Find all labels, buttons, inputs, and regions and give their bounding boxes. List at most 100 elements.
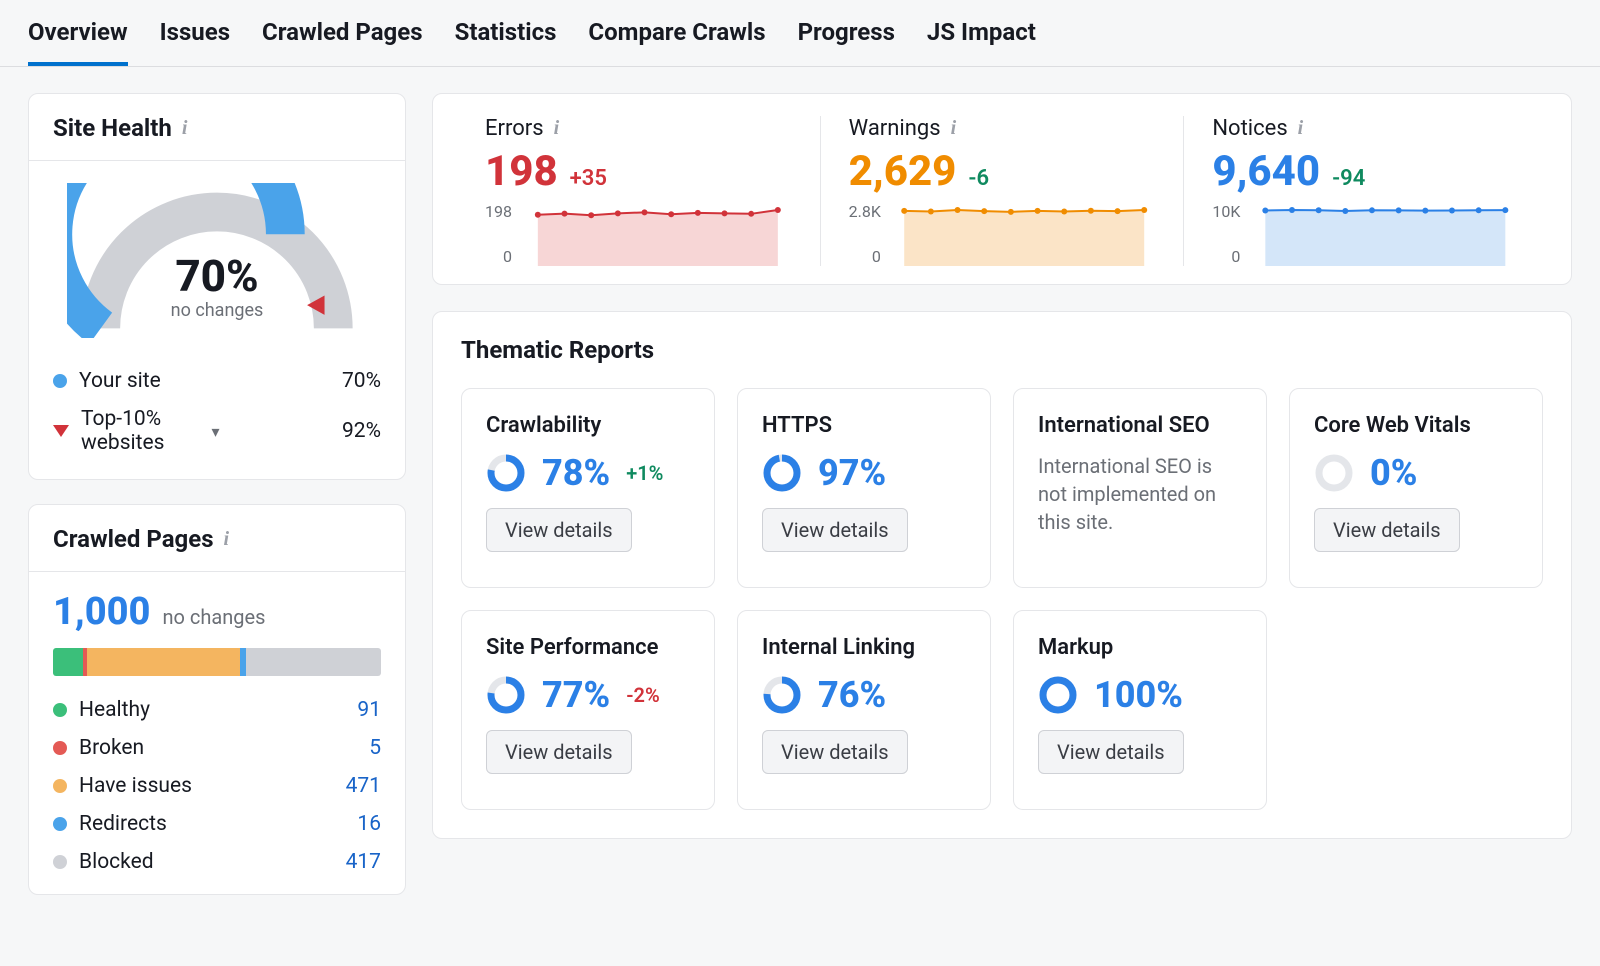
donut-icon <box>762 453 802 493</box>
tab-statistics[interactable]: Statistics <box>455 10 557 66</box>
thematic-card-percent: 78% <box>542 452 610 494</box>
stat-value: 2,629 <box>849 147 957 196</box>
thematic-card: Site Performance 77% -2% View details <box>461 610 715 810</box>
info-icon[interactable]: i <box>224 528 230 551</box>
thematic-card-title: HTTPS <box>762 413 966 438</box>
tab-overview[interactable]: Overview <box>28 10 128 66</box>
tab-compare-crawls[interactable]: Compare Crawls <box>588 10 765 66</box>
thematic-card-percent: 0% <box>1370 452 1417 494</box>
bar-segment <box>53 648 83 676</box>
thematic-card: Crawlability78%+1%View details <box>461 388 715 588</box>
crawled-pages-title: Crawled Pages <box>53 525 214 553</box>
bar-segment <box>87 648 240 676</box>
thematic-card-title: Core Web Vitals <box>1314 413 1518 438</box>
donut-icon <box>486 675 526 715</box>
site-health-card: Site Health i 70% no changes Your site70… <box>28 93 406 480</box>
thematic-card-delta: -2% <box>626 683 660 707</box>
tab-progress[interactable]: Progress <box>798 10 895 66</box>
thematic-card-percent: 97% <box>818 452 886 494</box>
thematic-title: Thematic Reports <box>433 312 1571 374</box>
dot-icon <box>53 817 67 831</box>
thematic-card-delta: +1% <box>626 461 663 485</box>
thematic-card-title: Site Performance <box>486 635 690 660</box>
crawled-pages-row[interactable]: Broken5 <box>53 736 381 760</box>
row-label: Top-10% websites <box>81 407 203 455</box>
thematic-card-title: International SEO <box>1038 413 1242 438</box>
row-value: 5 <box>369 736 381 760</box>
bar-segment <box>246 648 381 676</box>
site-health-row: Your site70% <box>53 369 381 393</box>
dot-icon <box>53 374 67 388</box>
crawled-pages-row[interactable]: Healthy91 <box>53 698 381 722</box>
dot-icon <box>53 779 67 793</box>
row-label: Blocked <box>79 850 346 874</box>
stat-delta: -94 <box>1332 166 1365 191</box>
thematic-card-percent: 77% <box>542 674 610 716</box>
crawled-pages-card: Crawled Pages i 1,000 no changes Healthy… <box>28 504 406 895</box>
stat-delta: +35 <box>570 166 607 191</box>
thematic-card: Markup 100% View details <box>1013 610 1267 810</box>
crawled-pages-total: 1,000 <box>53 590 150 634</box>
thematic-card-message: International SEO is not implemented on … <box>1038 452 1242 536</box>
donut-icon <box>762 675 802 715</box>
row-label: Your site <box>79 369 211 393</box>
row-value: 471 <box>346 774 381 798</box>
info-icon[interactable]: i <box>1298 117 1304 140</box>
info-icon[interactable]: i <box>951 117 957 140</box>
stat-title: Notices <box>1212 116 1287 141</box>
row-value: 91 <box>357 698 381 722</box>
dot-icon <box>53 855 67 869</box>
crawled-pages-row[interactable]: Redirects16 <box>53 812 381 836</box>
tabs: Overview Issues Crawled Pages Statistics Com… <box>0 0 1600 67</box>
thematic-card-percent: 76% <box>818 674 886 716</box>
view-details-button[interactable]: View details <box>1314 508 1460 552</box>
info-icon[interactable]: i <box>182 117 188 140</box>
thematic-card: International SEO International SEO is no… <box>1013 388 1267 588</box>
crawled-pages-row[interactable]: Blocked417 <box>53 850 381 874</box>
thematic-reports-card: Thematic Reports Crawlability78%+1%View … <box>432 311 1572 839</box>
site-health-percent: 70% <box>175 250 258 302</box>
tab-js-impact[interactable]: JS Impact <box>927 10 1036 66</box>
sparkline <box>524 202 792 266</box>
dot-icon <box>53 703 67 717</box>
stat-errors: Errorsi198+351980 <box>457 116 820 266</box>
row-label: Have issues <box>79 774 346 798</box>
crawled-pages-bar <box>53 648 381 676</box>
view-details-button[interactable]: View details <box>486 730 632 774</box>
donut-icon <box>1314 453 1354 493</box>
thematic-card: HTTPS 97% View details <box>737 388 991 588</box>
site-health-subtext: no changes <box>171 300 264 321</box>
row-label: Redirects <box>79 812 357 836</box>
row-value: 16 <box>357 812 381 836</box>
sparkline <box>893 202 1155 266</box>
donut-icon <box>486 453 526 493</box>
row-value: 92% <box>342 419 381 443</box>
view-details-button[interactable]: View details <box>762 508 908 552</box>
crawled-pages-subtext: no changes <box>162 605 265 629</box>
row-label: Broken <box>79 736 369 760</box>
site-health-title: Site Health <box>53 114 172 142</box>
site-health-row[interactable]: Top-10% websites ▾ 92% <box>53 407 381 455</box>
chevron-down-icon[interactable]: ▾ <box>211 422 219 441</box>
view-details-button[interactable]: View details <box>486 508 632 552</box>
info-icon[interactable]: i <box>554 117 560 140</box>
tab-crawled-pages[interactable]: Crawled Pages <box>262 10 423 66</box>
tab-issues[interactable]: Issues <box>160 10 230 66</box>
view-details-button[interactable]: View details <box>762 730 908 774</box>
thematic-card: Core Web Vitals 0% View details <box>1289 388 1543 588</box>
crawled-pages-row[interactable]: Have issues471 <box>53 774 381 798</box>
stat-warnings: Warningsi2,629-62.8K0 <box>820 116 1184 266</box>
thematic-card-title: Internal Linking <box>762 635 966 660</box>
stats-row: Errorsi198+351980Warningsi2,629-62.8K0No… <box>432 93 1572 285</box>
dot-icon <box>53 741 67 755</box>
row-label: Healthy <box>79 698 357 722</box>
row-value: 417 <box>346 850 381 874</box>
stat-value: 9,640 <box>1212 147 1320 196</box>
thematic-card-percent: 100% <box>1094 674 1183 716</box>
stat-title: Warnings <box>849 116 941 141</box>
view-details-button[interactable]: View details <box>1038 730 1184 774</box>
triangle-down-icon <box>53 425 69 437</box>
stat-delta: -6 <box>968 166 989 191</box>
thematic-card-title: Markup <box>1038 635 1242 660</box>
sparkline <box>1252 202 1519 266</box>
